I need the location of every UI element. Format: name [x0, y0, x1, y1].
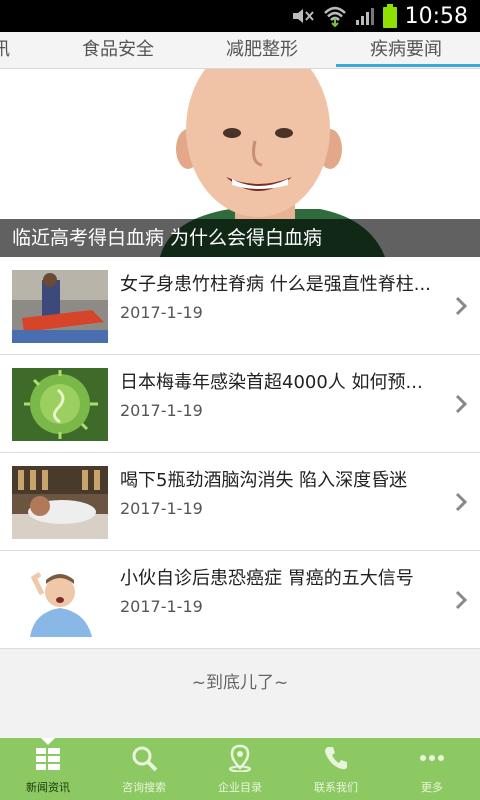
mute-icon [292, 9, 314, 23]
news-thumbnail [12, 466, 108, 539]
news-date: 2017-1-19 [120, 597, 203, 616]
news-grid-icon [36, 748, 60, 770]
wifi-icon [323, 6, 346, 27]
signal-icon [355, 8, 374, 25]
news-title: 女子身患竹柱脊病 什么是强直性脊柱... [120, 274, 431, 295]
nav-contact[interactable]: 联系我们 [288, 738, 384, 800]
nav-news[interactable]: 新闻资讯 [0, 738, 96, 800]
hero-caption: 临近高考得白血病 为什么会得白血病 [12, 227, 323, 249]
nav-label: 更多 [421, 781, 443, 794]
news-date: 2017-1-19 [120, 401, 203, 420]
nav-more[interactable]: 更多 [384, 738, 480, 800]
news-thumbnail [12, 270, 108, 343]
nav-label: 新闻资讯 [26, 781, 70, 794]
news-item[interactable]: 女子身患竹柱脊病 什么是强直性脊柱... 2017-1-19 [0, 257, 480, 355]
news-date: 2017-1-19 [120, 303, 203, 322]
more-dots-icon [420, 755, 444, 761]
bottom-nav: 新闻资讯 咨询搜索 企业目录 联系我们 更多 [0, 738, 480, 800]
news-item[interactable]: 日本梅毒年感染首超4000人 如何预... 2017-1-19 [0, 355, 480, 453]
battery-icon [382, 4, 397, 28]
location-pin-icon [229, 744, 251, 772]
chevron-right-icon [455, 590, 468, 610]
tab-food-safety[interactable]: 食品安全 [82, 32, 154, 69]
nav-label: 咨询搜索 [122, 781, 166, 794]
news-item[interactable]: 小伙自诊后患恐癌症 胃癌的五大信号 2017-1-19 [0, 551, 480, 649]
chevron-right-icon [455, 296, 468, 316]
nav-directory[interactable]: 企业目录 [192, 738, 288, 800]
end-of-list-text: ~到底儿了~ [191, 673, 289, 693]
chevron-right-icon [455, 492, 468, 512]
news-item[interactable]: 喝下5瓶劲酒脑沟消失 陷入深度昏迷 2017-1-19 [0, 453, 480, 551]
news-title: 小伙自诊后患恐癌症 胃癌的五大信号 [120, 568, 414, 589]
news-date: 2017-1-19 [120, 499, 203, 518]
hero-banner[interactable]: 临近高考得白血病 为什么会得白血病 [0, 69, 480, 257]
tab-weight-loss[interactable]: 减肥整形 [226, 32, 298, 69]
news-title: 日本梅毒年感染首超4000人 如何预... [120, 372, 423, 393]
phone-icon [325, 747, 347, 770]
nav-label: 企业目录 [218, 781, 262, 794]
nav-search[interactable]: 咨询搜索 [96, 738, 192, 800]
active-tab-indicator [336, 64, 480, 67]
news-list: 女子身患竹柱脊病 什么是强直性脊柱... 2017-1-19 日本梅毒年感染首超… [0, 257, 480, 649]
search-icon [132, 746, 158, 772]
news-title: 喝下5瓶劲酒脑沟消失 陷入深度昏迷 [120, 470, 408, 491]
chevron-right-icon [455, 394, 468, 414]
clock: 10:58 [404, 3, 468, 29]
tab-info[interactable]: 讯 [0, 32, 10, 69]
status-bar: 10:58 [0, 0, 480, 32]
news-thumbnail [12, 564, 108, 637]
nav-label: 联系我们 [314, 781, 358, 794]
news-thumbnail [12, 368, 108, 441]
